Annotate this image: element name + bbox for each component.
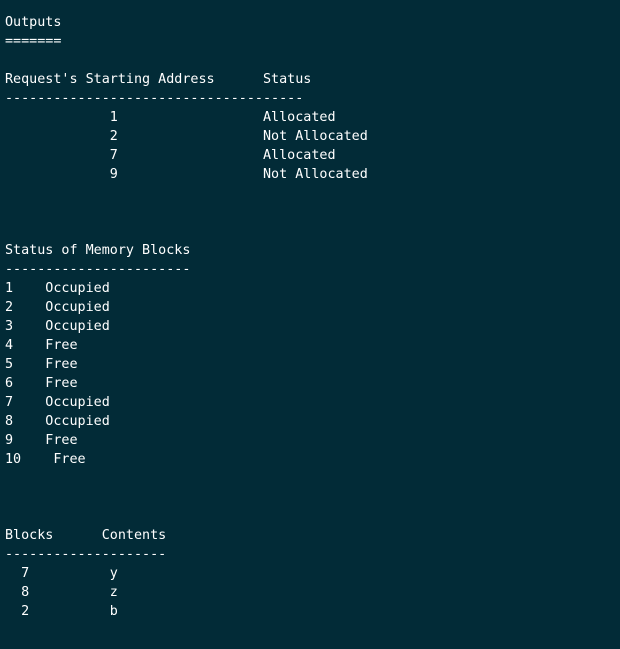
outputs-underline: ======= (5, 34, 62, 49)
request-table-divider: ------------------------------------- (5, 91, 304, 106)
memory-block-row: 5 Free (5, 357, 78, 372)
memory-block-row: 9 Free (5, 433, 78, 448)
blocks-contents-row: 8 z (5, 585, 118, 600)
request-table-header: Request's Starting Address Status (5, 72, 312, 87)
request-row: 7 Allocated (5, 148, 336, 163)
memory-block-row: 8 Occupied (5, 414, 110, 429)
outputs-heading: Outputs (5, 15, 62, 30)
memory-block-row: 3 Occupied (5, 319, 110, 334)
request-row: 2 Not Allocated (5, 129, 368, 144)
memory-block-row: 1 Occupied (5, 281, 110, 296)
memory-block-row: 7 Occupied (5, 395, 110, 410)
memory-block-row: 10 Free (5, 452, 86, 467)
memory-block-row: 4 Free (5, 338, 78, 353)
memory-blocks-heading: Status of Memory Blocks (5, 243, 191, 258)
memory-blocks-divider: ----------------------- (5, 262, 191, 277)
memory-block-row: 2 Occupied (5, 300, 110, 315)
blocks-contents-divider: -------------------- (5, 547, 167, 562)
terminal-output: Outputs ======= Request's Starting Addre… (0, 0, 620, 649)
blocks-contents-row: 7 y (5, 566, 118, 581)
blocks-contents-row: 2 b (5, 604, 118, 619)
request-row: 9 Not Allocated (5, 167, 368, 182)
memory-block-row: 6 Free (5, 376, 78, 391)
request-row: 1 Allocated (5, 110, 336, 125)
blocks-contents-header: Blocks Contents (5, 528, 167, 543)
